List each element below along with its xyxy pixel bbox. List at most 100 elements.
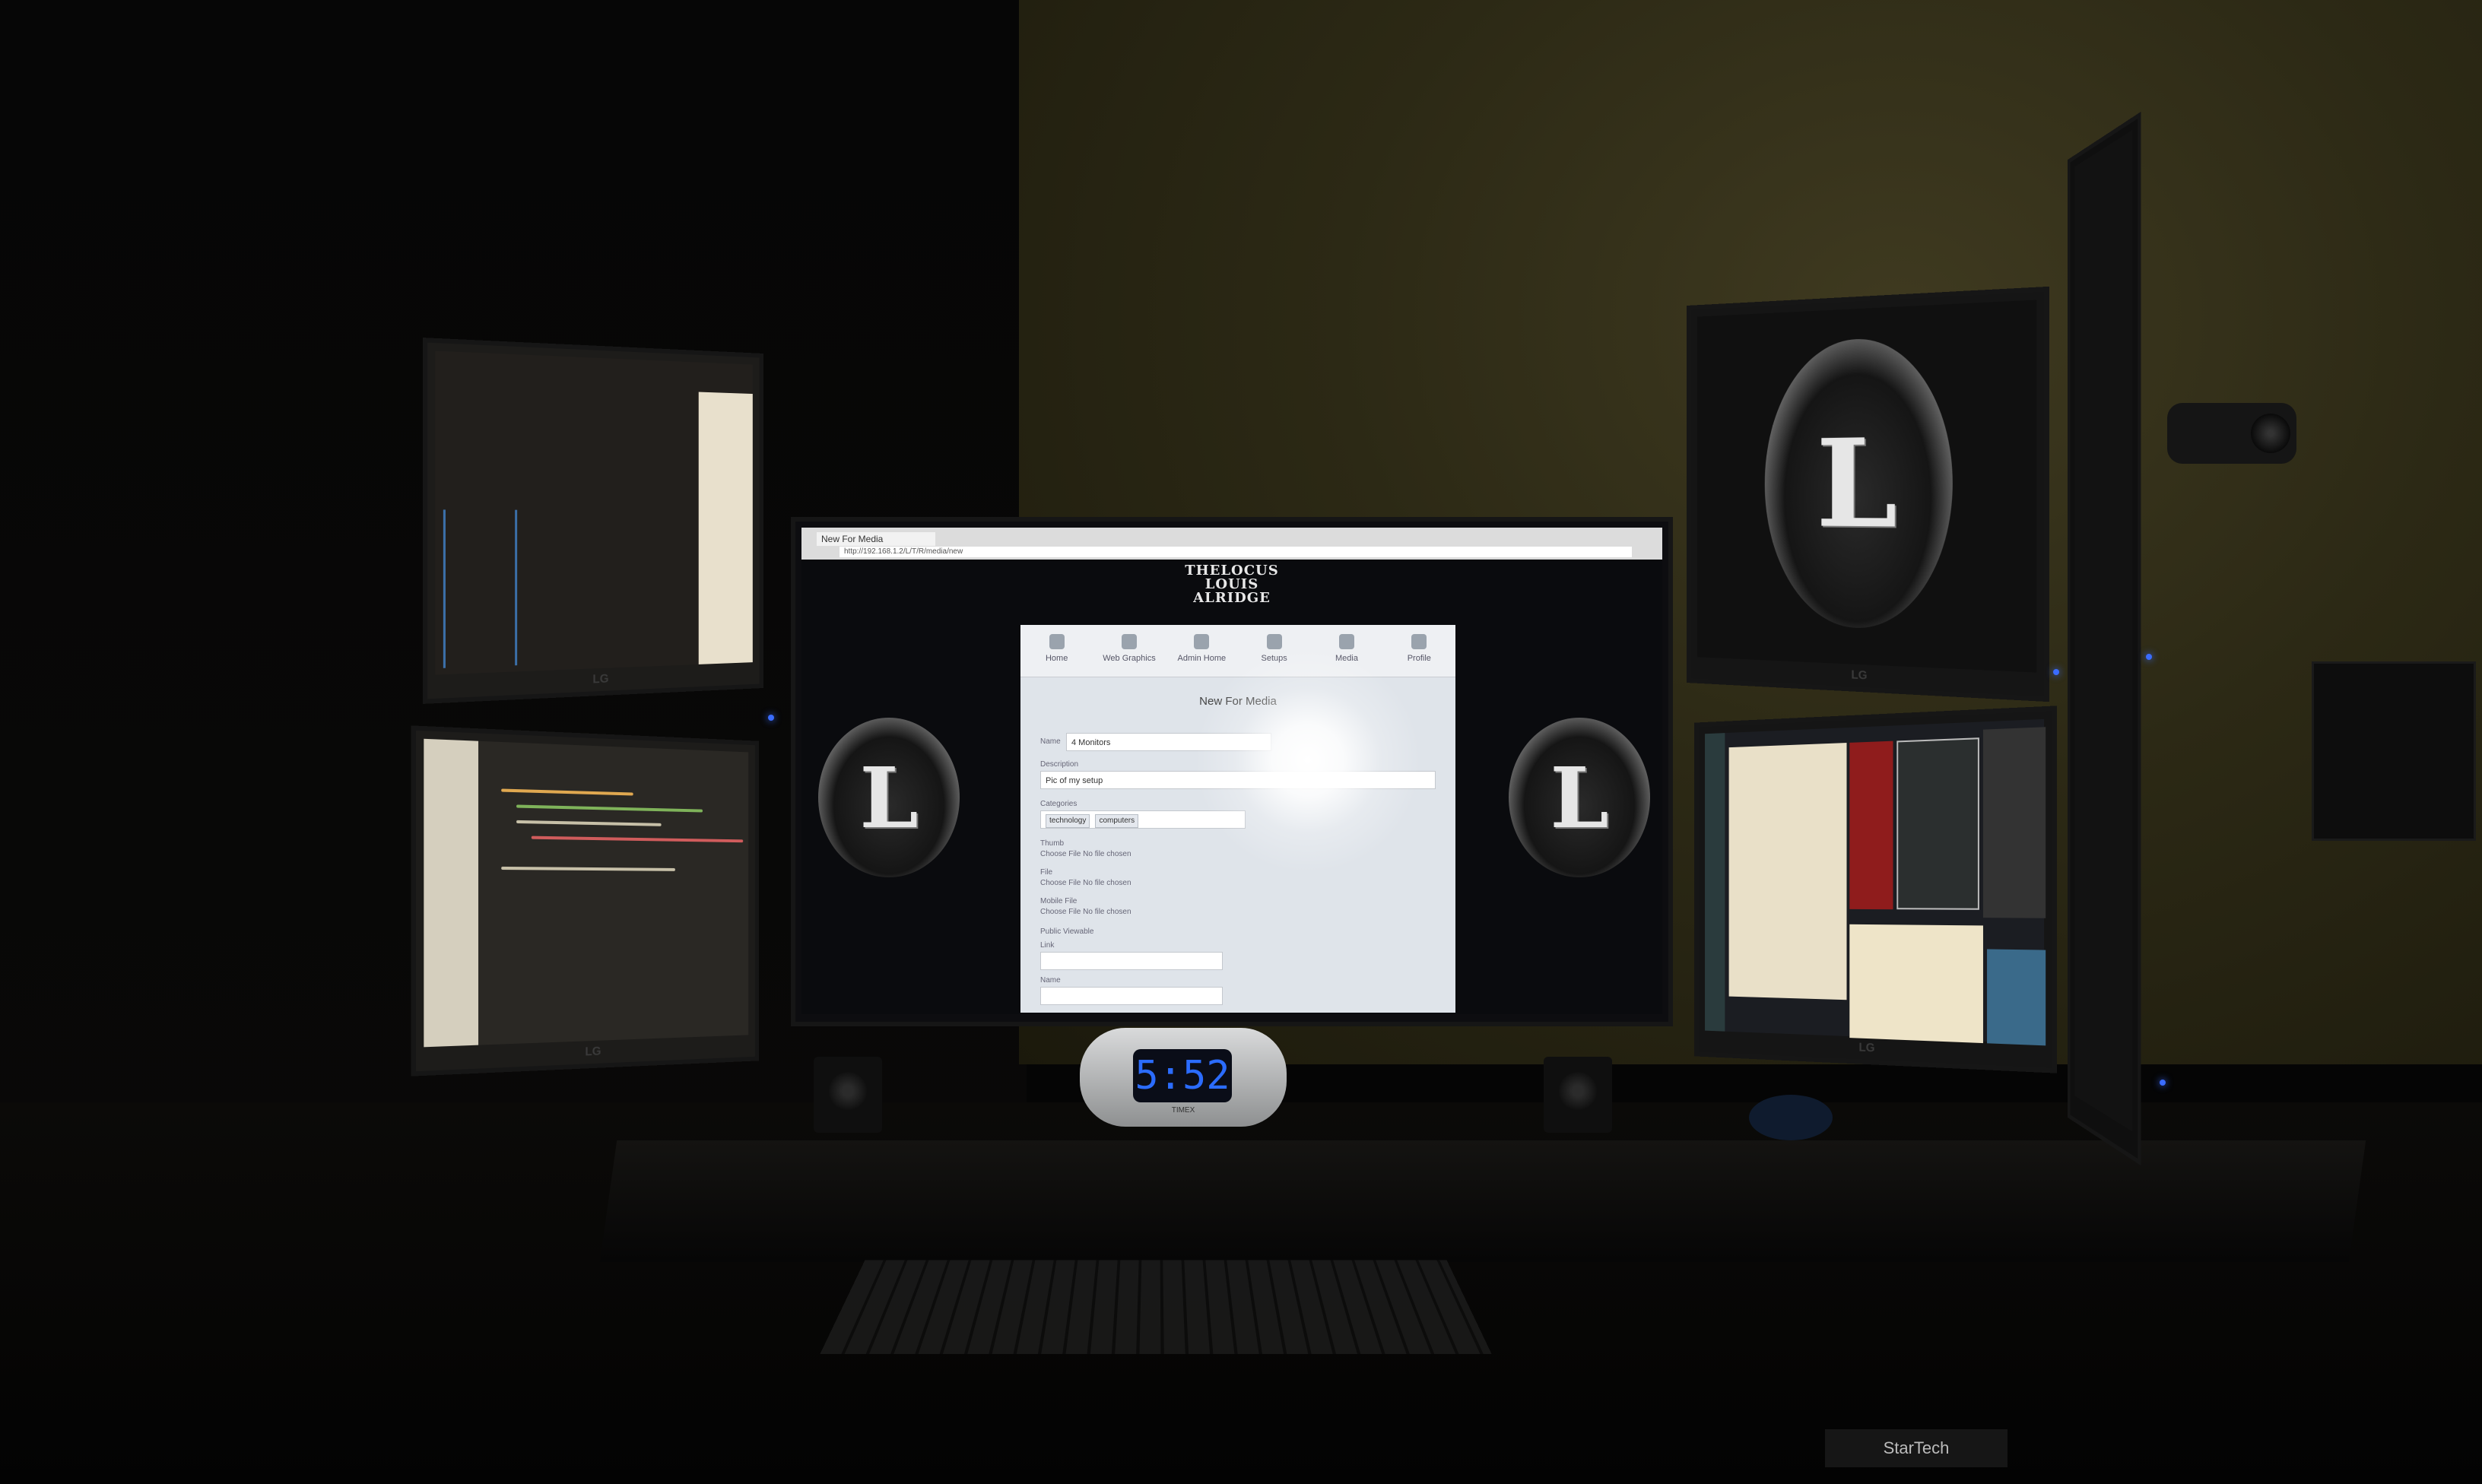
nav-label: Home (1046, 654, 1068, 663)
logo-letter: L (1816, 411, 1897, 556)
clock-time: 5:52 (1133, 1049, 1232, 1102)
browser-window: New For Media http://192.168.1.2/L/T/R/m… (801, 528, 1662, 1014)
webcam (2167, 403, 2296, 464)
speaker-cone (1559, 1072, 1597, 1110)
speaker-cone (829, 1072, 867, 1110)
webcam-lens (2251, 414, 2290, 453)
field-label: Mobile File (1040, 897, 1077, 905)
field-label: Link (1040, 941, 1054, 950)
monitor-brand-logo: LG (1851, 669, 1867, 683)
code-side-panel (699, 392, 753, 664)
nav-profile[interactable]: Profile (1389, 625, 1449, 677)
nav-admin-home[interactable]: Admin Home (1171, 625, 1232, 677)
nav-label: Admin Home (1178, 654, 1227, 663)
blue-led (2160, 1080, 2166, 1086)
logo-letter: L (1550, 749, 1608, 847)
right-side-screen (2074, 130, 2132, 1132)
site-title: THELOCUS LOUIS ALRIDGE (1185, 564, 1278, 605)
field-label: Categories (1040, 800, 1077, 808)
nav-setups[interactable]: Setups (1244, 625, 1305, 677)
code-line (501, 788, 633, 795)
file-input[interactable]: Choose File No file chosen (1040, 879, 1132, 887)
categories-input[interactable]: technology computers (1040, 810, 1246, 829)
code-line (516, 820, 662, 826)
app-sidebar (1705, 733, 1725, 1032)
field-label: Thumb (1040, 839, 1064, 848)
monitor-brand-logo: LG (1858, 1042, 1874, 1056)
admin-icon (1194, 634, 1209, 649)
nav-label: Setups (1262, 654, 1287, 663)
blue-led (2146, 654, 2152, 660)
logo-letter: L (859, 749, 918, 847)
keyboard (820, 1260, 1491, 1355)
nav-label: Web Graphics (1103, 654, 1156, 663)
category-chip[interactable]: technology (1046, 814, 1090, 828)
form-title: New For Media (1020, 695, 1455, 708)
right-top-screen: L (1697, 300, 2036, 672)
description-input[interactable]: Pic of my setup (1040, 771, 1436, 789)
browser-chrome: New For Media http://192.168.1.2/L/T/R/m… (801, 528, 1662, 560)
wallpaper-logo-orb: L (1765, 335, 1953, 631)
left-bottom-monitor: LG (411, 725, 759, 1076)
pc-tower-side (2312, 661, 2476, 841)
nav-label: Profile (1408, 654, 1431, 663)
browser-tab[interactable]: New For Media (817, 532, 935, 546)
nav-home[interactable]: Home (1027, 625, 1087, 677)
startech-device: StarTech (1825, 1429, 2008, 1467)
red-app-window (1849, 741, 1893, 910)
field-label: Description (1040, 760, 1078, 769)
category-chip[interactable]: computers (1095, 814, 1138, 828)
name-input[interactable]: 4 Monitors (1066, 733, 1271, 751)
nav-label: Media (1335, 654, 1358, 663)
code-line (501, 867, 675, 871)
system-panel (1983, 727, 2046, 918)
file-manager-window (1849, 924, 1983, 1043)
right-side-monitor (2068, 112, 2141, 1165)
code-line (532, 836, 743, 843)
name-secondary-input[interactable] (1040, 987, 1223, 1005)
clock-brand: TIMEX (1080, 1106, 1287, 1115)
blue-led (2053, 669, 2059, 675)
left-bottom-screen (424, 739, 748, 1048)
right-speaker (1544, 1057, 1612, 1133)
media-player-window (1987, 949, 2046, 1045)
file-tree-panel (424, 739, 478, 1048)
monitoring-window (1896, 737, 1979, 910)
site-title-line: ALRIDGE (1185, 591, 1278, 605)
alarm-clock: 5:52 TIMEX (1080, 1028, 1287, 1127)
document-window (1729, 743, 1847, 1000)
home-icon (1049, 634, 1065, 649)
right-logo-orb: L (1509, 718, 1650, 877)
left-top-monitor: LG (423, 338, 763, 704)
monitor-brand-logo: LG (585, 1045, 601, 1060)
link-input[interactable] (1040, 952, 1223, 970)
terminal-bars (443, 509, 517, 667)
site-nav: Home Web Graphics Admin Home Setups Medi… (1020, 625, 1455, 677)
monitor-brand-logo: LG (592, 673, 608, 687)
left-top-screen (436, 351, 753, 675)
address-bar[interactable]: http://192.168.1.2/L/T/R/media/new (840, 547, 1632, 557)
eye-icon (1122, 634, 1137, 649)
left-logo-orb: L (818, 718, 960, 877)
nav-media[interactable]: Media (1316, 625, 1377, 677)
field-label: Public Viewable (1040, 928, 1093, 936)
desk-surface (600, 1140, 2366, 1262)
center-monitor: New For Media http://192.168.1.2/L/T/R/m… (791, 517, 1673, 1026)
book-icon (1267, 634, 1282, 649)
media-icon (1339, 634, 1354, 649)
thumb-file-input[interactable]: Choose File No file chosen (1040, 850, 1132, 858)
user-icon (1411, 634, 1427, 649)
right-top-monitor: L LG (1687, 287, 2049, 702)
code-line (516, 804, 703, 812)
right-bottom-monitor: LG (1694, 706, 2057, 1073)
new-media-form: Home Web Graphics Admin Home Setups Medi… (1020, 625, 1455, 1013)
left-speaker (814, 1057, 882, 1133)
mobile-file-input[interactable]: Choose File No file chosen (1040, 908, 1132, 916)
right-bottom-screen (1705, 719, 2044, 1044)
field-label: File (1040, 868, 1052, 877)
nav-web-graphics[interactable]: Web Graphics (1099, 625, 1160, 677)
field-label: Name (1040, 737, 1061, 746)
mouse (1749, 1095, 1833, 1140)
field-label: Name (1040, 976, 1061, 985)
blue-led (768, 715, 774, 721)
